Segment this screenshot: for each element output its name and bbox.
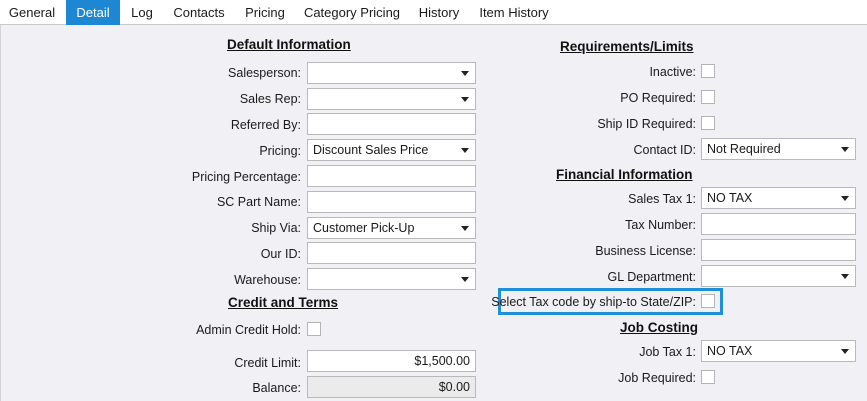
pricing-value: Discount Sales Price (313, 143, 429, 157)
pricing-select[interactable]: Discount Sales Price (307, 139, 476, 161)
tab-general[interactable]: General (4, 0, 60, 25)
tab-detail[interactable]: Detail (66, 0, 120, 25)
salesperson-label: Salesperson: (228, 66, 301, 80)
sales-rep-select[interactable] (307, 88, 476, 110)
ship-via-label: Ship Via: (251, 221, 301, 235)
salesperson-select[interactable] (307, 62, 476, 84)
sales-tax-1-select[interactable]: NO TAX (701, 187, 856, 209)
job-tax-1-select[interactable]: NO TAX (701, 340, 856, 362)
balance-value: $0.00 (307, 376, 476, 398)
business-license-input[interactable] (701, 239, 856, 261)
tab-contacts[interactable]: Contacts (167, 0, 231, 25)
sales-tax-1-label: Sales Tax 1: (628, 192, 696, 206)
chevron-down-icon (461, 71, 469, 76)
tax-number-input[interactable] (701, 213, 856, 235)
chevron-down-icon (461, 97, 469, 102)
select-tax-code-checkbox[interactable] (701, 294, 715, 308)
chevron-down-icon (841, 147, 849, 152)
our-id-input[interactable] (307, 242, 476, 264)
inactive-checkbox[interactable] (701, 64, 715, 78)
admin-credit-hold-checkbox[interactable] (307, 322, 321, 336)
credit-and-terms-title: Credit and Terms (228, 295, 339, 310)
ship-id-required-label: Ship ID Required: (597, 117, 696, 131)
credit-limit-label: Credit Limit: (234, 356, 301, 370)
balance-label: Balance: (252, 381, 301, 395)
business-license-label: Business License: (595, 244, 696, 258)
tab-history[interactable]: History (413, 0, 465, 25)
contact-id-label: Contact ID: (633, 143, 696, 157)
pricing-percentage-label: Pricing Percentage: (191, 170, 301, 184)
chevron-down-icon (841, 349, 849, 354)
chevron-down-icon (461, 226, 469, 231)
credit-limit-input[interactable]: $1,500.00 (307, 350, 476, 372)
contact-id-value: Not Required (707, 142, 781, 156)
tab-log[interactable]: Log (125, 0, 159, 25)
pricing-label: Pricing: (259, 144, 301, 158)
ship-via-select[interactable]: Customer Pick-Up (307, 217, 476, 239)
chevron-down-icon (841, 196, 849, 201)
tax-number-label: Tax Number: (625, 218, 696, 232)
sc-part-name-input[interactable] (307, 191, 476, 213)
job-required-checkbox[interactable] (701, 370, 715, 384)
ship-via-value: Customer Pick-Up (313, 221, 415, 235)
po-required-label: PO Required: (620, 91, 696, 105)
chevron-down-icon (461, 277, 469, 282)
tab-bar: General Detail Log Contacts Pricing Cate… (0, 0, 867, 25)
inactive-label: Inactive: (649, 65, 696, 79)
detail-panel: Default Information Salesperson: Sales R… (0, 25, 867, 401)
pricing-percentage-input[interactable] (307, 165, 476, 187)
chevron-down-icon (461, 148, 469, 153)
gl-department-select[interactable] (701, 265, 856, 287)
contact-id-select[interactable]: Not Required (701, 138, 856, 160)
po-required-checkbox[interactable] (701, 90, 715, 104)
warehouse-select[interactable] (307, 268, 476, 290)
tab-pricing[interactable]: Pricing (239, 0, 291, 25)
ship-id-required-checkbox[interactable] (701, 116, 715, 130)
referred-by-label: Referred By: (230, 118, 301, 132)
default-information-title: Default Information (227, 37, 351, 52)
job-tax-1-value: NO TAX (707, 344, 753, 358)
tab-category-pricing[interactable]: Category Pricing (299, 0, 405, 25)
chevron-down-icon (841, 274, 849, 279)
sales-rep-label: Sales Rep: (239, 92, 301, 106)
select-tax-code-label: Select Tax code by ship-to State/ZIP: (491, 295, 696, 309)
gl-department-label: GL Department: (607, 270, 696, 284)
our-id-label: Our ID: (260, 247, 301, 261)
financial-information-title: Financial Information (556, 167, 693, 182)
requirements-limits-title: Requirements/Limits (560, 39, 694, 54)
warehouse-label: Warehouse: (234, 273, 301, 287)
sc-part-name-label: SC Part Name: (216, 195, 301, 209)
sales-tax-1-value: NO TAX (707, 191, 753, 205)
job-costing-title: Job Costing (620, 320, 698, 335)
admin-credit-hold-label: Admin Credit Hold: (196, 323, 301, 337)
job-required-label: Job Required: (618, 371, 696, 385)
tab-item-history[interactable]: Item History (473, 0, 555, 25)
job-tax-1-label: Job Tax 1: (639, 345, 696, 359)
referred-by-input[interactable] (307, 113, 476, 135)
